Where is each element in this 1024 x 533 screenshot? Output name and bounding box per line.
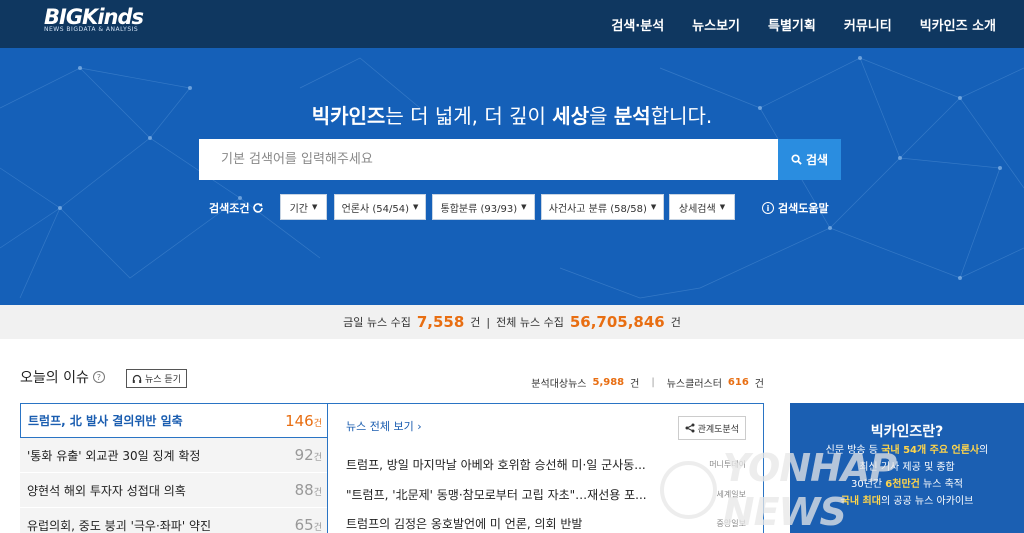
today-label: 금일 뉴스 수집	[343, 316, 411, 329]
search-conditions-label: 검색조건	[209, 200, 264, 216]
issue-count: 88건	[295, 481, 322, 499]
headphones-icon	[132, 374, 142, 383]
filter-period[interactable]: 기간 ▼	[280, 194, 327, 220]
filter-incident[interactable]: 사건사고 분류 (58/58) ▼	[541, 194, 664, 220]
issue-title: '통화 유출' 외교관 30일 징계 확정	[27, 448, 201, 463]
counts-separator: |	[651, 377, 655, 388]
today-unit: 건	[470, 316, 481, 329]
issue-count-unit: 건	[313, 488, 322, 498]
issue-count-unit: 건	[313, 453, 322, 463]
collection-stats: 금일 뉴스 수집 7,558 건 | 전체 뉴스 수집 56,705,846 건	[0, 305, 1024, 339]
issue-counts: 분석대상뉴스 5,988 건 | 뉴스클러스터 616 건	[531, 375, 764, 390]
filter-press-label: 언론사 (54/54)	[341, 203, 409, 215]
all-news-label: 뉴스 전체 보기	[346, 420, 414, 433]
filter-press[interactable]: 언론사 (54/54) ▼	[334, 194, 426, 220]
issues-title-text: 오늘의 이슈	[20, 370, 89, 386]
share-icon	[685, 423, 695, 433]
nav-community[interactable]: 커뮤니티	[844, 15, 892, 34]
issue-title: 양현석 해외 투자자 성접대 의혹	[27, 483, 186, 498]
listen-news-button[interactable]: 뉴스 듣기	[126, 369, 187, 388]
issue-count-value: 65	[294, 516, 314, 533]
issue-list: 트럼프, 北 발사 결의위반 일축 146건 '통화 유출' 외교관 30일 징…	[20, 403, 328, 533]
tagline-text-1: 는 더 넓게, 더 깊이	[385, 104, 553, 128]
search-icon	[791, 154, 802, 165]
about-title: 빅카인즈란?	[870, 424, 944, 440]
filter-detail-label: 상세검색	[678, 203, 716, 215]
bigkinds-logo[interactable]: BIGKinds NEWS BIGDATA & ANALYSIS	[44, 5, 144, 33]
issue-count-value: 146	[285, 411, 314, 430]
total-label: 전체 뉴스 수집	[496, 316, 564, 329]
tagline-brand: 빅카인즈	[311, 104, 386, 128]
today-value: 7,558	[416, 313, 465, 331]
relation-analysis-button[interactable]: 관계도분석	[677, 416, 746, 440]
stats-separator: |	[486, 315, 491, 329]
analysis-unit: 건	[630, 379, 640, 390]
nav-news[interactable]: 뉴스보기	[692, 15, 740, 34]
hero-tagline: 빅카인즈는 더 넓게, 더 깊이 세상을 분석합니다.	[0, 100, 1024, 129]
nav-about[interactable]: 빅카인즈 소개	[920, 15, 996, 34]
issue-item[interactable]: '통화 유출' 외교관 30일 징계 확정 92건	[20, 438, 328, 473]
news-title: 트럼프의 김정은 옹호발언에 미 언론, 의회 반발	[346, 517, 583, 531]
news-title: "트럼프, '北문제' 동맹·참모로부터 고립 자초"…재선용 포...	[346, 488, 647, 502]
total-value: 56,705,846	[569, 313, 665, 331]
caret-down-icon: ▼	[413, 203, 419, 211]
nav-special[interactable]: 특별기획	[768, 15, 816, 34]
relation-button-label: 관계도분석	[697, 424, 739, 435]
conditions-text: 검색조건	[209, 202, 250, 215]
tagline-world: 세상	[552, 104, 590, 128]
yonhap-watermark: YONHAP NEWS	[660, 446, 1024, 533]
refresh-icon[interactable]	[252, 202, 264, 214]
all-news-link[interactable]: 뉴스 전체 보기 ›	[346, 418, 422, 434]
issue-item[interactable]: 유럽의회, 중도 붕괴 '극우·좌파' 약진 65건	[20, 508, 328, 533]
logo-subtitle: NEWS BIGDATA & ANALYSIS	[44, 26, 139, 33]
issue-item-selected[interactable]: 트럼프, 北 발사 결의위반 일축 146건	[20, 403, 328, 438]
filter-category-label: 통합분류 (93/93)	[440, 203, 518, 215]
chevron-right-icon: ›	[417, 420, 422, 433]
help-label: 검색도움말	[778, 202, 829, 215]
filter-category[interactable]: 통합분류 (93/93) ▼	[432, 194, 535, 220]
issue-count: 92건	[295, 446, 322, 464]
nav-search-analysis[interactable]: 검색·분석	[611, 15, 664, 34]
issues-title: 오늘의 이슈 ?	[20, 367, 105, 387]
caret-down-icon: ▼	[312, 203, 318, 211]
question-icon[interactable]: ?	[92, 371, 105, 383]
issue-count-value: 88	[294, 481, 314, 499]
issue-count-value: 92	[294, 446, 314, 464]
filter-detail[interactable]: 상세검색 ▼	[669, 194, 735, 220]
tagline-analysis: 분석	[613, 104, 651, 128]
yonhap-logo-icon	[660, 461, 717, 519]
top-navbar: BIGKinds NEWS BIGDATA & ANALYSIS 검색·분석 뉴…	[0, 0, 1024, 48]
caret-down-icon: ▼	[719, 203, 726, 211]
search-input[interactable]	[199, 139, 779, 180]
caret-down-icon: ▼	[650, 203, 657, 211]
search-help-link[interactable]: i 검색도움말	[762, 200, 829, 216]
news-title: 트럼프, 방일 마지막날 아베와 호위함 승선해 미·일 군사동...	[346, 458, 646, 472]
watermark-text: YONHAP NEWS	[722, 446, 897, 533]
issue-count: 146건	[285, 412, 322, 430]
cluster-label: 뉴스클러스터	[666, 379, 722, 390]
caret-down-icon: ▼	[521, 203, 527, 211]
main-nav: 검색·분석 뉴스보기 특별기획 커뮤니티 빅카인즈 소개	[611, 0, 996, 48]
cluster-value: 616	[727, 377, 749, 388]
filter-period-label: 기간	[289, 203, 308, 215]
info-icon: i	[762, 202, 774, 214]
cluster-unit: 건	[754, 379, 764, 390]
total-unit: 건	[670, 316, 681, 329]
tagline-text-3: 합니다.	[650, 104, 713, 128]
issue-item[interactable]: 양현석 해외 투자자 성접대 의혹 88건	[20, 473, 328, 508]
analysis-label: 분석대상뉴스	[531, 379, 587, 390]
issue-count-unit: 건	[313, 523, 322, 533]
issue-count-unit: 건	[313, 418, 322, 429]
issue-count: 65건	[295, 516, 322, 533]
search-button-label: 검색	[805, 153, 829, 167]
tagline-text-2: 을	[589, 104, 614, 128]
search-button[interactable]: 검색	[778, 139, 841, 180]
listen-label: 뉴스 듣기	[145, 375, 181, 385]
issue-title: 트럼프, 北 발사 결의위반 일축	[28, 414, 183, 428]
filter-incident-label: 사건사고 분류 (58/58)	[548, 203, 647, 215]
issue-title: 유럽의회, 중도 붕괴 '극우·좌파' 약진	[27, 518, 212, 533]
analysis-value: 5,988	[592, 377, 625, 388]
hero-section: 빅카인즈는 더 넓게, 더 깊이 세상을 분석합니다. 검색 검색조건 기간▼ …	[0, 48, 1024, 305]
